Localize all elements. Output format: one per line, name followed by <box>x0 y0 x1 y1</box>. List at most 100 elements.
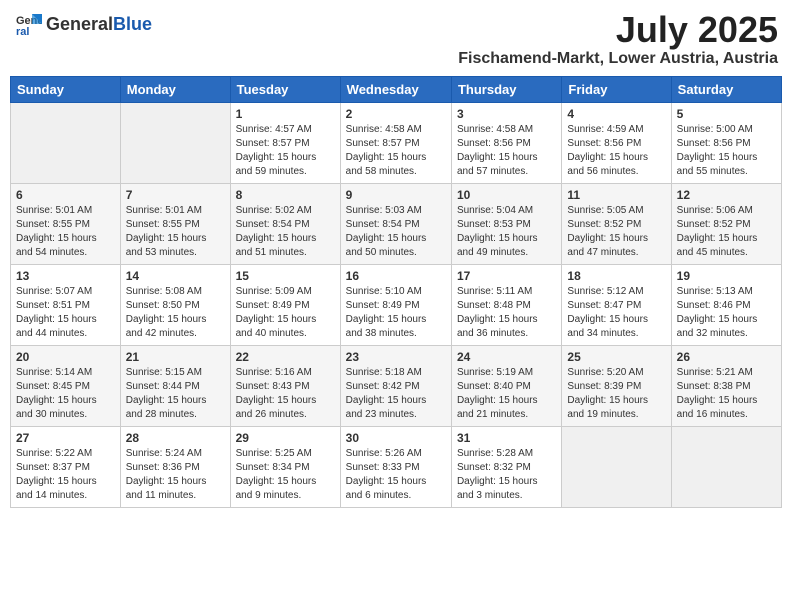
day-number: 13 <box>16 269 115 283</box>
calendar-cell: 3 Sunrise: 4:58 AM Sunset: 8:56 PM Daylig… <box>451 102 561 183</box>
day-number: 1 <box>236 107 335 121</box>
day-number: 15 <box>236 269 335 283</box>
day-info: Sunrise: 5:15 AM Sunset: 8:44 PM Dayligh… <box>126 366 225 422</box>
calendar-cell: 11 Sunrise: 5:05 AM Sunset: 8:52 PM Dayli… <box>562 183 671 264</box>
weekday-header: Sunday <box>11 76 121 102</box>
logo: Gene ral GeneralBlue <box>14 10 152 38</box>
calendar-cell <box>120 102 230 183</box>
day-number: 28 <box>126 431 225 445</box>
logo-icon: Gene ral <box>14 10 42 38</box>
day-info: Sunrise: 4:58 AM Sunset: 8:56 PM Dayligh… <box>457 123 556 179</box>
calendar-cell: 23 Sunrise: 5:18 AM Sunset: 8:42 PM Dayli… <box>340 345 451 426</box>
day-number: 2 <box>346 107 446 121</box>
day-info: Sunrise: 5:13 AM Sunset: 8:46 PM Dayligh… <box>677 285 776 341</box>
calendar-week-row: 27 Sunrise: 5:22 AM Sunset: 8:37 PM Dayli… <box>11 426 782 507</box>
calendar-cell: 16 Sunrise: 5:10 AM Sunset: 8:49 PM Dayli… <box>340 264 451 345</box>
day-number: 26 <box>677 350 776 364</box>
calendar-cell: 22Sunrise: 5:16 AM Sunset: 8:43 PM Dayli… <box>230 345 340 426</box>
day-info: Sunrise: 4:59 AM Sunset: 8:56 PM Dayligh… <box>567 123 665 179</box>
day-info: Sunrise: 4:57 AM Sunset: 8:57 PM Dayligh… <box>236 123 335 179</box>
calendar-week-row: 6 Sunrise: 5:01 AM Sunset: 8:55 PM Daylig… <box>11 183 782 264</box>
day-number: 5 <box>677 107 776 121</box>
weekday-header-row: SundayMondayTuesdayWednesdayThursdayFrid… <box>11 76 782 102</box>
day-number: 30 <box>346 431 446 445</box>
calendar-cell: 12 Sunrise: 5:06 AM Sunset: 8:52 PM Dayli… <box>671 183 781 264</box>
logo-text: GeneralBlue <box>46 14 152 35</box>
day-info: Sunrise: 5:25 AM Sunset: 8:34 PM Dayligh… <box>236 447 335 503</box>
logo-blue: Blue <box>113 14 152 35</box>
calendar-cell: 13 Sunrise: 5:07 AM Sunset: 8:51 PM Dayli… <box>11 264 121 345</box>
calendar-cell: 26 Sunrise: 5:21 AM Sunset: 8:38 PM Dayli… <box>671 345 781 426</box>
calendar-cell: 15 Sunrise: 5:09 AM Sunset: 8:49 PM Dayli… <box>230 264 340 345</box>
calendar-cell <box>562 426 671 507</box>
day-number: 27 <box>16 431 115 445</box>
location-title: Fischamend-Markt, Lower Austria, Austria <box>458 50 778 68</box>
day-number: 18 <box>567 269 665 283</box>
day-info: Sunrise: 5:06 AM Sunset: 8:52 PM Dayligh… <box>677 204 776 260</box>
day-number: 14 <box>126 269 225 283</box>
weekday-header: Thursday <box>451 76 561 102</box>
day-info: Sunrise: 5:01 AM Sunset: 8:55 PM Dayligh… <box>126 204 225 260</box>
page-header: Gene ral GeneralBlue July 2025 Fischamen… <box>10 10 782 68</box>
calendar-cell: 4 Sunrise: 4:59 AM Sunset: 8:56 PM Daylig… <box>562 102 671 183</box>
calendar-cell: 10Sunrise: 5:04 AM Sunset: 8:53 PM Dayli… <box>451 183 561 264</box>
calendar-cell: 1 Sunrise: 4:57 AM Sunset: 8:57 PM Daylig… <box>230 102 340 183</box>
day-info: Sunrise: 5:26 AM Sunset: 8:33 PM Dayligh… <box>346 447 446 503</box>
day-number: 17 <box>457 269 556 283</box>
day-number: 6 <box>16 188 115 202</box>
calendar-cell: 8Sunrise: 5:02 AM Sunset: 8:54 PM Daylig… <box>230 183 340 264</box>
day-info: Sunrise: 5:24 AM Sunset: 8:36 PM Dayligh… <box>126 447 225 503</box>
calendar-cell <box>11 102 121 183</box>
day-number: 4 <box>567 107 665 121</box>
day-info: Sunrise: 5:12 AM Sunset: 8:47 PM Dayligh… <box>567 285 665 341</box>
day-number: 24 <box>457 350 556 364</box>
day-info: Sunrise: 5:20 AM Sunset: 8:39 PM Dayligh… <box>567 366 665 422</box>
calendar-cell: 19Sunrise: 5:13 AM Sunset: 8:46 PM Dayli… <box>671 264 781 345</box>
month-title: July 2025 <box>458 10 778 50</box>
day-number: 25 <box>567 350 665 364</box>
weekday-header: Tuesday <box>230 76 340 102</box>
calendar-cell: 14 Sunrise: 5:08 AM Sunset: 8:50 PM Dayli… <box>120 264 230 345</box>
calendar-cell: 18 Sunrise: 5:12 AM Sunset: 8:47 PM Dayli… <box>562 264 671 345</box>
day-info: Sunrise: 5:08 AM Sunset: 8:50 PM Dayligh… <box>126 285 225 341</box>
day-info: Sunrise: 5:05 AM Sunset: 8:52 PM Dayligh… <box>567 204 665 260</box>
day-info: Sunrise: 5:02 AM Sunset: 8:54 PM Dayligh… <box>236 204 335 260</box>
day-number: 29 <box>236 431 335 445</box>
day-info: Sunrise: 5:10 AM Sunset: 8:49 PM Dayligh… <box>346 285 446 341</box>
title-block: July 2025 Fischamend-Markt, Lower Austri… <box>458 10 778 68</box>
day-number: 11 <box>567 188 665 202</box>
day-number: 12 <box>677 188 776 202</box>
day-number: 23 <box>346 350 446 364</box>
calendar-cell <box>671 426 781 507</box>
weekday-header: Monday <box>120 76 230 102</box>
day-number: 7 <box>126 188 225 202</box>
day-info: Sunrise: 5:04 AM Sunset: 8:53 PM Dayligh… <box>457 204 556 260</box>
day-number: 9 <box>346 188 446 202</box>
calendar-week-row: 20Sunrise: 5:14 AM Sunset: 8:45 PM Dayli… <box>11 345 782 426</box>
day-info: Sunrise: 5:16 AM Sunset: 8:43 PM Dayligh… <box>236 366 335 422</box>
calendar-table: SundayMondayTuesdayWednesdayThursdayFrid… <box>10 76 782 508</box>
weekday-header: Wednesday <box>340 76 451 102</box>
day-number: 31 <box>457 431 556 445</box>
day-info: Sunrise: 5:22 AM Sunset: 8:37 PM Dayligh… <box>16 447 115 503</box>
day-info: Sunrise: 5:11 AM Sunset: 8:48 PM Dayligh… <box>457 285 556 341</box>
day-number: 3 <box>457 107 556 121</box>
calendar-cell: 24Sunrise: 5:19 AM Sunset: 8:40 PM Dayli… <box>451 345 561 426</box>
calendar-cell: 29 Sunrise: 5:25 AM Sunset: 8:34 PM Dayli… <box>230 426 340 507</box>
calendar-cell: 27 Sunrise: 5:22 AM Sunset: 8:37 PM Dayli… <box>11 426 121 507</box>
day-info: Sunrise: 5:03 AM Sunset: 8:54 PM Dayligh… <box>346 204 446 260</box>
weekday-header: Saturday <box>671 76 781 102</box>
calendar-cell: 30 Sunrise: 5:26 AM Sunset: 8:33 PM Dayli… <box>340 426 451 507</box>
day-info: Sunrise: 5:21 AM Sunset: 8:38 PM Dayligh… <box>677 366 776 422</box>
day-number: 16 <box>346 269 446 283</box>
day-info: Sunrise: 5:07 AM Sunset: 8:51 PM Dayligh… <box>16 285 115 341</box>
day-info: Sunrise: 5:18 AM Sunset: 8:42 PM Dayligh… <box>346 366 446 422</box>
calendar-week-row: 13 Sunrise: 5:07 AM Sunset: 8:51 PM Dayli… <box>11 264 782 345</box>
day-number: 21 <box>126 350 225 364</box>
calendar-cell: 5Sunrise: 5:00 AM Sunset: 8:56 PM Daylig… <box>671 102 781 183</box>
day-info: Sunrise: 4:58 AM Sunset: 8:57 PM Dayligh… <box>346 123 446 179</box>
day-info: Sunrise: 5:14 AM Sunset: 8:45 PM Dayligh… <box>16 366 115 422</box>
calendar-cell: 31Sunrise: 5:28 AM Sunset: 8:32 PM Dayli… <box>451 426 561 507</box>
day-info: Sunrise: 5:09 AM Sunset: 8:49 PM Dayligh… <box>236 285 335 341</box>
day-info: Sunrise: 5:01 AM Sunset: 8:55 PM Dayligh… <box>16 204 115 260</box>
